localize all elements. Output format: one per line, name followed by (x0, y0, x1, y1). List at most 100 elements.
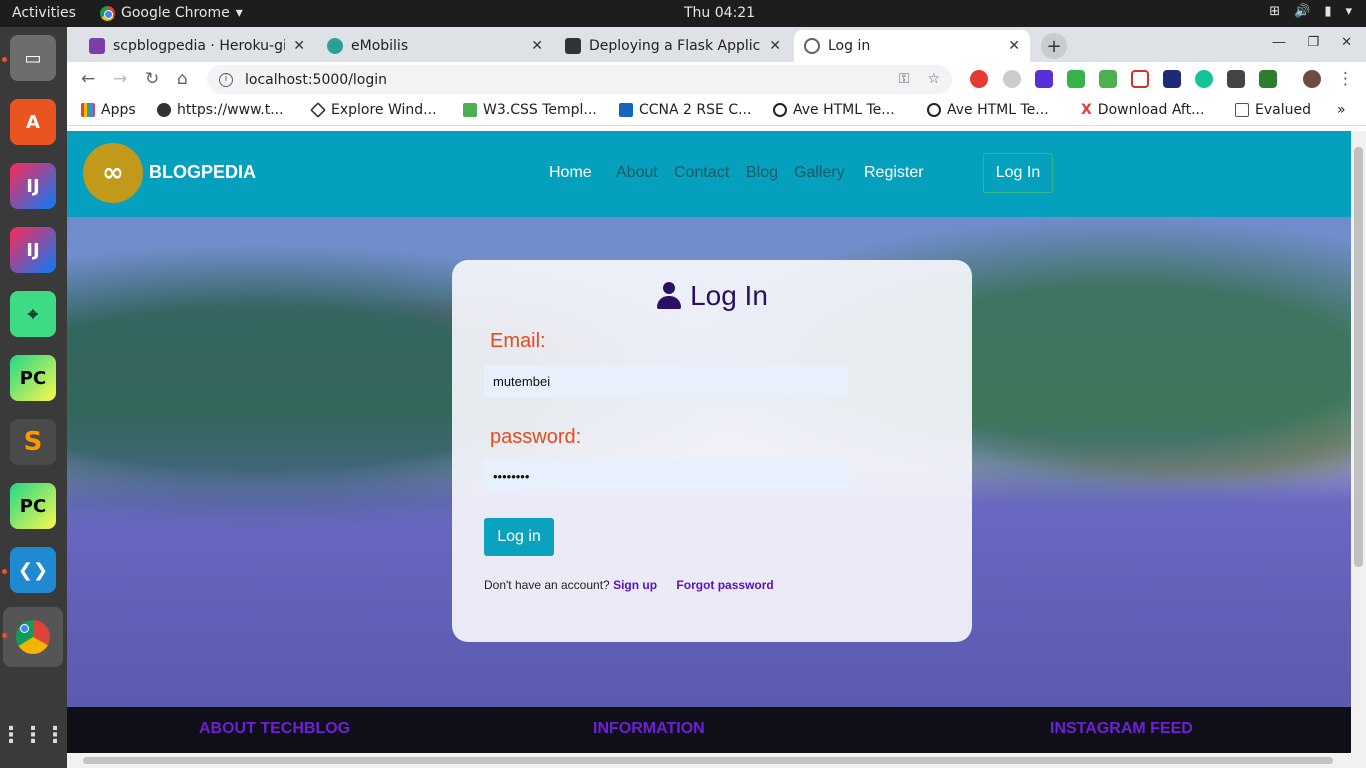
site-footer: ABOUT TECHBLOG INFORMATION INSTAGRAM FEE… (67, 707, 1351, 753)
bookmark-item[interactable]: X Download Aft... (1081, 102, 1204, 118)
bookmark-apps[interactable]: Apps (81, 102, 136, 118)
tab-emobilis[interactable]: eMobilis ✕ (317, 30, 553, 62)
site-logo[interactable]: ∞ (83, 143, 143, 203)
site-navbar: ∞ BLOGPEDIA Home About Contact Blog Gall… (67, 131, 1351, 217)
nav-login-button[interactable]: Log In (983, 153, 1053, 193)
ring-icon (773, 103, 787, 117)
app-menu[interactable]: Google Chrome ▾ (100, 5, 243, 21)
activities-button[interactable]: Activities (12, 5, 76, 21)
tab-title: eMobilis (351, 38, 409, 54)
intellij-icon[interactable]: IJ (10, 227, 56, 273)
star-icon[interactable]: ☆ (927, 71, 940, 87)
home-icon[interactable]: ⌂ (177, 69, 188, 89)
volume-icon: 🔊 (1294, 4, 1311, 19)
forgot-password-link[interactable]: Forgot password (676, 578, 773, 592)
vertical-scrollbar[interactable] (1351, 131, 1366, 753)
bookmark-item[interactable]: Evalued (1235, 102, 1311, 118)
horizontal-scrollbar[interactable] (67, 753, 1366, 768)
system-tray[interactable]: ⊞ 🔊 ▮ ▾ (1269, 4, 1352, 19)
bookmarks-bar: Apps https://www.t... Explore Wind... W3… (67, 96, 1366, 126)
pycharm-icon[interactable]: PC (10, 483, 56, 529)
software-center-icon[interactable]: A (10, 99, 56, 145)
vscode-icon[interactable]: ❮❯ (10, 547, 56, 593)
chart-icon (1235, 103, 1249, 117)
pocket-icon[interactable] (1131, 70, 1149, 88)
login-submit-button[interactable]: Log in (484, 518, 554, 556)
close-icon[interactable]: ✕ (769, 38, 781, 54)
x-icon: X (1081, 102, 1092, 118)
nav-gallery[interactable]: Gallery (794, 164, 845, 182)
back-icon[interactable]: ← (81, 69, 95, 89)
intellij-icon[interactable]: IJ (10, 163, 56, 209)
nav-register[interactable]: Register (864, 164, 924, 182)
nav-home[interactable]: Home (549, 164, 592, 182)
scrollbar-thumb[interactable] (1354, 147, 1363, 567)
close-icon[interactable]: ✕ (293, 38, 305, 54)
apps-grid-icon (81, 103, 95, 117)
sublime-text-icon[interactable]: S (10, 419, 56, 465)
extension-icon[interactable] (1003, 70, 1021, 88)
minimize-icon[interactable]: ― (1272, 35, 1285, 50)
close-icon[interactable]: ✕ (531, 38, 543, 54)
extension-icon[interactable] (1067, 70, 1085, 88)
nav-about[interactable]: About (616, 164, 658, 182)
globe-icon (804, 38, 820, 54)
grammarly-icon[interactable] (1195, 70, 1213, 88)
files-icon[interactable]: ▭ (10, 35, 56, 81)
tab-flask[interactable]: Deploying a Flask Applicat ✕ (555, 30, 791, 62)
emobilis-icon (327, 38, 343, 54)
show-apps-icon[interactable]: ⋮⋮⋮ (0, 712, 66, 758)
signup-link[interactable]: Sign up (613, 578, 657, 592)
bookmark-label: https://www.t... (177, 102, 284, 118)
clock[interactable]: Thu 04:21 (684, 5, 755, 21)
password-field[interactable]: •••••••• (484, 460, 848, 492)
extension-icon[interactable] (1259, 70, 1277, 88)
extension-icon[interactable] (1035, 70, 1053, 88)
bookmark-label: Evalued (1255, 102, 1311, 118)
login-card: Log In Email: mutembei password: •••••••… (452, 260, 972, 642)
bookmark-label: Download Aft... (1097, 102, 1205, 118)
maximize-icon[interactable]: ❐ (1307, 35, 1319, 50)
address-bar[interactable]: i localhost:5000/login ⚿ ☆ (207, 65, 952, 94)
pycharm-icon[interactable]: PC (10, 355, 56, 401)
bookmark-label: W3.CSS Templ... (483, 102, 597, 118)
url-text: localhost:5000/login (245, 71, 388, 88)
close-icon[interactable]: ✕ (1341, 35, 1352, 50)
tab-heroku[interactable]: scpblogpedia · Heroku-git ✕ (79, 30, 315, 62)
email-field[interactable]: mutembei (484, 365, 848, 397)
scrollbar-thumb[interactable] (83, 757, 1333, 764)
extension-icon[interactable] (1099, 70, 1117, 88)
tab-title: Deploying a Flask Applicat (589, 38, 762, 54)
reload-icon[interactable]: ↻ (145, 69, 159, 89)
more-bookmarks-icon[interactable]: » (1337, 102, 1346, 118)
key-icon[interactable]: ⚿ (899, 71, 910, 87)
chevron-down-icon: ▾ (235, 5, 243, 21)
android-studio-icon[interactable]: ⌖ (10, 291, 56, 337)
tab-strip: scpblogpedia · Heroku-git ✕ eMobilis ✕ D… (67, 27, 1366, 62)
bookmark-item[interactable]: CCNA 2 RSE C... (619, 102, 751, 118)
forward-icon[interactable]: → (113, 69, 127, 89)
new-tab-button[interactable]: + (1041, 33, 1067, 59)
info-icon[interactable]: i (219, 72, 233, 87)
bookmark-item[interactable]: Ave HTML Te... (927, 102, 1049, 118)
tab-title: Log in (828, 38, 871, 54)
nav-contact[interactable]: Contact (674, 164, 729, 182)
bookmark-item[interactable]: Explore Wind... (310, 102, 437, 118)
tab-login[interactable]: Log in ✕ (794, 30, 1030, 62)
heroku-icon (89, 38, 105, 54)
bookmark-item[interactable]: W3.CSS Templ... (463, 102, 597, 118)
close-icon[interactable]: ✕ (1008, 38, 1020, 54)
avatar[interactable] (1303, 70, 1321, 88)
site-brand[interactable]: BLOGPEDIA (149, 162, 256, 183)
bookmark-item[interactable]: Ave HTML Te... (773, 102, 895, 118)
chrome-dock-icon[interactable] (3, 607, 63, 667)
menu-icon[interactable]: ⋮ (1337, 69, 1354, 89)
nav-blog[interactable]: Blog (746, 164, 778, 182)
adblock-icon[interactable] (970, 70, 988, 88)
running-indicator (2, 633, 7, 638)
bookmark-label: Ave HTML Te... (793, 102, 895, 118)
ccna-icon (619, 103, 633, 117)
extension-icon[interactable] (1227, 70, 1245, 88)
extension-icon[interactable] (1163, 70, 1181, 88)
bookmark-item[interactable]: https://www.t... (157, 102, 284, 118)
